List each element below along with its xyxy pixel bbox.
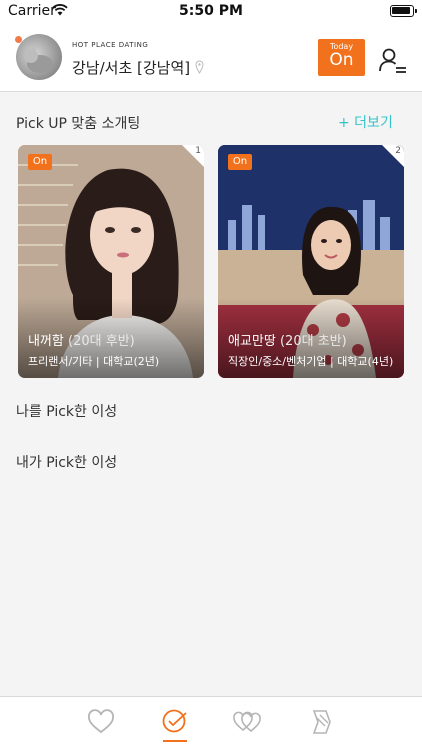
brand-label: HOT PLACE DATING (72, 41, 149, 49)
card-age: (20대 후반) (68, 334, 135, 349)
online-indicator (15, 36, 22, 43)
more-button[interactable]: + 더보기 (338, 112, 393, 132)
today-online-button[interactable]: Today On (318, 39, 365, 76)
online-badge: On (228, 154, 252, 170)
double-heart-icon[interactable] (232, 707, 262, 737)
pickup-section-title: Pick UP 맞춤 소개팅 (16, 116, 141, 132)
pickup-card-2[interactable]: On 2 애교만땅 (20대 초반) 직장인/중소/벤처기업 | 대학교(4년) (218, 145, 404, 378)
avatar-cat-icon (24, 44, 53, 73)
card-nickname: 내꺼함 (28, 334, 64, 349)
card-name-row: 애교만땅 (20대 초반) (228, 330, 347, 349)
card-details: 프리랜서/기타 | 대학교(2년) (28, 355, 160, 368)
card-name-row: 내꺼함 (20대 후반) (28, 330, 135, 349)
app-header: HOT PLACE DATING 강남/서초 [강남역] Today On (0, 24, 422, 92)
my-picks-section[interactable]: 내가 Pick한 이성 (16, 452, 117, 472)
card-details: 직장인/중소/벤처기업 | 대학교(4년) (228, 355, 394, 368)
battery-icon (390, 5, 417, 17)
online-badge: On (28, 154, 52, 170)
rank-number: 2 (395, 146, 401, 156)
rank-number: 1 (195, 146, 201, 156)
status-bar: Carrier 5:50 PM (0, 0, 422, 24)
ticket-icon[interactable] (306, 707, 336, 737)
location-pin-icon[interactable] (195, 60, 204, 74)
card-nickname: 애교만땅 (228, 334, 276, 349)
today-status: On (329, 50, 354, 70)
active-tab-indicator (163, 740, 187, 742)
card-age: (20대 초반) (279, 334, 347, 349)
clock: 5:50 PM (179, 3, 243, 19)
region-selector[interactable]: 강남/서초 [강남역] (72, 57, 190, 78)
profile-menu-icon[interactable] (378, 47, 408, 73)
avatar[interactable] (16, 34, 62, 80)
heart-icon[interactable] (86, 707, 116, 737)
check-icon[interactable] (160, 707, 190, 737)
tab-bar (0, 696, 422, 750)
picked-me-section[interactable]: 나를 Pick한 이성 (16, 401, 117, 421)
pickup-card-1[interactable]: On 1 내꺼함 (20대 후반) 프리랜서/기타 | 대학교(2년) (18, 145, 204, 378)
